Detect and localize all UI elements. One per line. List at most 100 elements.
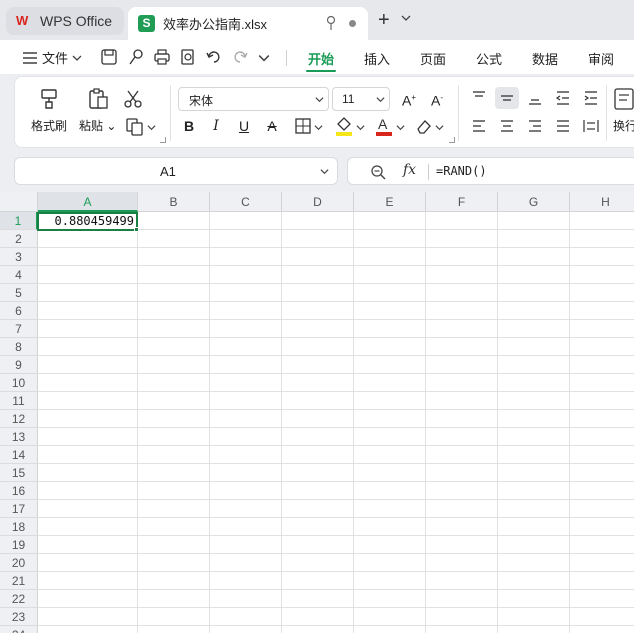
zoom-formula-icon[interactable]: [370, 164, 386, 180]
chevron-down-icon[interactable]: [258, 52, 270, 64]
align-top-icon[interactable]: [470, 89, 488, 107]
name-box[interactable]: A1: [14, 157, 338, 185]
tab-formula[interactable]: 公式: [476, 49, 502, 68]
chevron-down-icon[interactable]: [401, 13, 411, 23]
row-header-5[interactable]: 5: [0, 284, 38, 302]
column-header-a[interactable]: A: [38, 192, 138, 212]
tab-insert[interactable]: 插入: [364, 49, 390, 68]
row-header-3[interactable]: 3: [0, 248, 38, 266]
row-header-22[interactable]: 22: [0, 590, 38, 608]
increase-font-icon[interactable]: A+: [400, 89, 418, 109]
spreadsheet-grid[interactable]: A B C D E F G H 1 2 3 4 5 6 7 8 9 10 11 12 13 14 15 16 1…: [0, 192, 634, 633]
formula-bar[interactable]: fx =RAND(): [347, 157, 634, 185]
row-header-14[interactable]: 14: [0, 446, 38, 464]
decrease-font-icon[interactable]: A-: [428, 89, 446, 109]
chevron-down-icon[interactable]: [435, 123, 444, 132]
border-icon[interactable]: [294, 117, 312, 135]
row-header-11[interactable]: 11: [0, 392, 38, 410]
chevron-down-icon[interactable]: [314, 123, 323, 132]
chevron-down-icon[interactable]: [320, 167, 329, 176]
column-header-f[interactable]: F: [426, 192, 498, 212]
underline-icon[interactable]: U: [235, 117, 253, 135]
row-header-18[interactable]: 18: [0, 518, 38, 536]
align-center-icon[interactable]: [498, 117, 516, 135]
paste-label: 粘贴 ⌄: [79, 119, 117, 133]
strikethrough-icon[interactable]: A: [263, 117, 281, 135]
row-header-12[interactable]: 12: [0, 410, 38, 428]
row-header-23[interactable]: 23: [0, 608, 38, 626]
align-bottom-icon[interactable]: [526, 89, 544, 107]
column-header-g[interactable]: G: [498, 192, 570, 212]
row-header-9[interactable]: 9: [0, 356, 38, 374]
print-icon[interactable]: [153, 48, 171, 66]
row-header-1[interactable]: 1: [0, 212, 38, 230]
fill-color-icon[interactable]: [334, 115, 354, 137]
share-icon[interactable]: [127, 48, 145, 66]
align-middle-icon[interactable]: [498, 89, 516, 107]
column-header-c[interactable]: C: [210, 192, 282, 212]
document-tab[interactable]: S 效率办公指南.xlsx: [128, 7, 368, 40]
distributed-align-icon[interactable]: [582, 117, 600, 135]
formula-input[interactable]: =RAND(): [436, 164, 487, 178]
clipboard-group-launcher[interactable]: [160, 137, 166, 143]
undo-icon[interactable]: [205, 48, 223, 66]
chevron-down-icon[interactable]: [356, 123, 365, 132]
row-gridline: [38, 409, 634, 410]
increase-indent-icon[interactable]: [582, 89, 600, 107]
chevron-down-icon[interactable]: [147, 123, 156, 132]
font-name-select[interactable]: 宋体: [178, 87, 329, 111]
row-header-20[interactable]: 20: [0, 554, 38, 572]
chevron-down-icon: [72, 55, 82, 61]
row-header-6[interactable]: 6: [0, 302, 38, 320]
column-header-d[interactable]: D: [282, 192, 354, 212]
align-left-icon[interactable]: [470, 117, 488, 135]
column-gridline: [425, 212, 426, 633]
insert-function-icon[interactable]: fx: [403, 162, 416, 178]
row-header-10[interactable]: 10: [0, 374, 38, 392]
row-header-19[interactable]: 19: [0, 536, 38, 554]
row-header-7[interactable]: 7: [0, 320, 38, 338]
chevron-down-icon[interactable]: [396, 123, 405, 132]
bold-icon[interactable]: B: [180, 117, 198, 135]
decrease-indent-icon[interactable]: [554, 89, 572, 107]
align-right-icon[interactable]: [526, 117, 544, 135]
row-header-2[interactable]: 2: [0, 230, 38, 248]
font-size-select[interactable]: 11: [332, 87, 390, 111]
row-header-21[interactable]: 21: [0, 572, 38, 590]
select-all-corner[interactable]: [0, 192, 38, 212]
column-header-h[interactable]: H: [570, 192, 634, 212]
file-menu[interactable]: 文件: [22, 48, 82, 67]
tab-review[interactable]: 审阅: [588, 49, 614, 68]
cut-icon[interactable]: [123, 89, 143, 109]
fill-handle[interactable]: [134, 227, 139, 232]
copy-icon[interactable]: [125, 117, 145, 137]
row-header-8[interactable]: 8: [0, 338, 38, 356]
paste-button[interactable]: 粘贴 ⌄: [79, 87, 116, 134]
wrap-text-button[interactable]: 换行: [613, 87, 634, 134]
wps-home-tab[interactable]: W WPS Office: [6, 7, 124, 35]
format-painter-button[interactable]: 格式刷: [31, 87, 67, 134]
save-icon[interactable]: [100, 48, 118, 66]
eraser-icon[interactable]: [415, 117, 433, 135]
tab-page[interactable]: 页面: [420, 49, 446, 68]
column-header-e[interactable]: E: [354, 192, 426, 212]
row-gridline: [38, 589, 634, 590]
redo-icon[interactable]: [231, 48, 249, 66]
tab-home[interactable]: 开始: [308, 49, 334, 68]
row-header-16[interactable]: 16: [0, 482, 38, 500]
new-tab-plus-icon[interactable]: +: [378, 10, 390, 30]
row-header-15[interactable]: 15: [0, 464, 38, 482]
tab-data[interactable]: 数据: [532, 49, 558, 68]
print-preview-icon[interactable]: [179, 48, 197, 66]
font-color-icon[interactable]: A: [374, 115, 394, 137]
row-header-4[interactable]: 4: [0, 266, 38, 284]
italic-icon[interactable]: I: [207, 117, 225, 135]
row-header-13[interactable]: 13: [0, 428, 38, 446]
column-header-b[interactable]: B: [138, 192, 210, 212]
cell-a1[interactable]: 0.880459499: [37, 212, 138, 231]
pin-icon[interactable]: [324, 15, 338, 31]
justify-icon[interactable]: [554, 117, 572, 135]
font-group-launcher[interactable]: [449, 137, 455, 143]
row-header-24[interactable]: 24: [0, 626, 38, 633]
row-header-17[interactable]: 17: [0, 500, 38, 518]
